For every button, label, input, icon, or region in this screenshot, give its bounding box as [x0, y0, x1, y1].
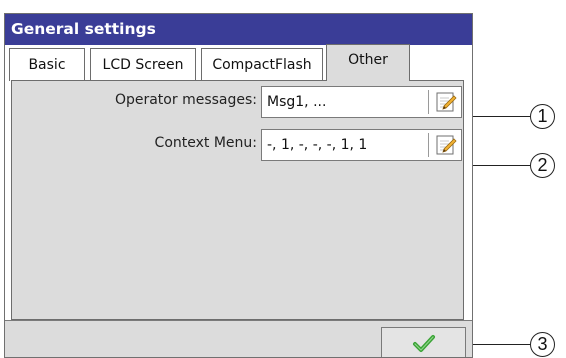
- tab-label: LCD Screen: [102, 57, 184, 73]
- edit-notepad-icon: [436, 92, 457, 112]
- ok-button[interactable]: [381, 327, 466, 357]
- tab-basic[interactable]: Basic: [9, 48, 85, 81]
- tab-other[interactable]: Other: [326, 44, 410, 81]
- tab-strip: Basic LCD Screen CompactFlash Other: [5, 44, 472, 81]
- operator-messages-field[interactable]: Msg1, ...: [261, 86, 462, 118]
- screen: General settings Basic LCD Screen Compac…: [0, 0, 566, 358]
- callout-marker-2: 2: [530, 153, 555, 178]
- operator-messages-edit-button[interactable]: [434, 90, 458, 114]
- edit-notepad-icon: [436, 135, 457, 155]
- tab-label: CompactFlash: [212, 57, 312, 73]
- bottom-bar: [5, 320, 472, 357]
- operator-messages-value: Msg1, ...: [267, 94, 327, 110]
- general-settings-dialog: General settings Basic LCD Screen Compac…: [4, 13, 473, 358]
- tab-compactflash[interactable]: CompactFlash: [201, 48, 323, 81]
- callout-leader-1: [473, 116, 530, 117]
- field-separator: [428, 133, 429, 157]
- window-title: General settings: [11, 20, 156, 38]
- callout-marker-1: 1: [530, 104, 555, 129]
- context-menu-edit-button[interactable]: [434, 133, 458, 157]
- context-menu-field[interactable]: -, 1, -, -, -, 1, 1: [261, 129, 462, 161]
- tab-lcd-screen[interactable]: LCD Screen: [90, 48, 196, 81]
- tab-label: Basic: [28, 57, 66, 73]
- title-bar: General settings: [5, 14, 472, 45]
- context-menu-label: Context Menu:: [154, 135, 257, 151]
- operator-messages-label: Operator messages:: [114, 92, 257, 108]
- context-menu-value: -, 1, -, -, -, 1, 1: [267, 137, 368, 153]
- callout-marker-3: 3: [530, 332, 555, 357]
- callout-leader-3: [473, 344, 530, 345]
- checkmark-icon: [413, 335, 435, 352]
- settings-panel: Operator messages: Msg1, ... Context Men…: [11, 80, 464, 320]
- field-separator: [428, 90, 429, 114]
- callout-leader-2: [473, 165, 530, 166]
- tab-label: Other: [348, 52, 388, 68]
